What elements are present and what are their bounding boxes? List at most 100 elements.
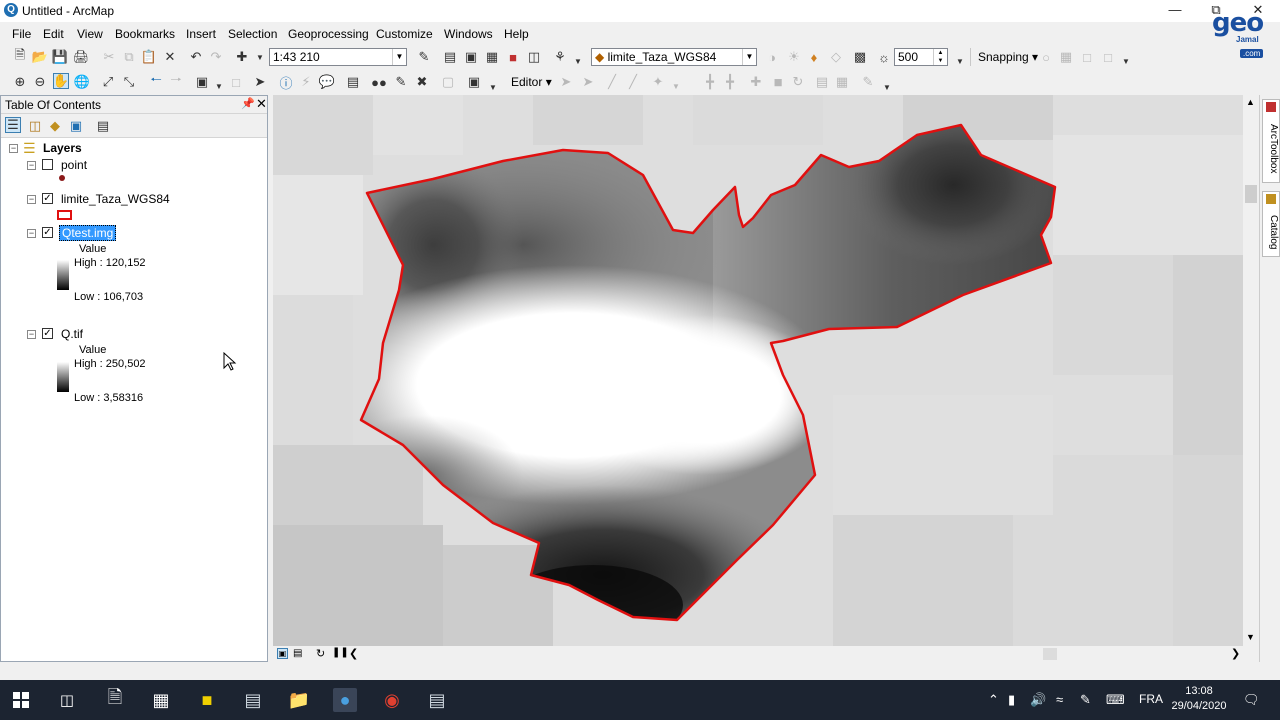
menu-geoprocessing[interactable]: Geoprocessing: [288, 27, 369, 41]
edit-vertices-icon[interactable]: ◾: [770, 74, 786, 90]
sketch-properties-icon[interactable]: ▦: [834, 74, 850, 90]
list-by-drawing-order-icon[interactable]: ☰: [5, 117, 21, 133]
cut-polygon-icon[interactable]: ╋: [722, 74, 738, 90]
data-view-icon[interactable]: ▣: [277, 648, 288, 659]
toolbar-overflow-icon[interactable]: ▼: [952, 53, 968, 69]
language-indicator[interactable]: FRA: [1139, 692, 1163, 706]
polygon-symbol[interactable]: [57, 210, 72, 220]
redo-icon[interactable]: ↷: [208, 49, 224, 65]
app-window-icon[interactable]: ▤: [241, 688, 265, 712]
zoom-level-icon[interactable]: ☼: [876, 49, 892, 65]
menu-edit[interactable]: Edit: [43, 27, 64, 41]
tray-chevron-up-icon[interactable]: ⌃: [988, 692, 999, 708]
map-horizontal-scrollbar[interactable]: ▣ ▤ ↻ ❚❚ ❮ ❯: [273, 646, 1259, 662]
layer-point-name[interactable]: point: [61, 158, 87, 172]
reshape-icon[interactable]: ✚: [748, 74, 764, 90]
map-vertical-scrollbar[interactable]: ▲ ▼: [1243, 95, 1259, 646]
straight-segment-icon[interactable]: ╱: [604, 74, 620, 90]
task-view-icon[interactable]: ◫: [55, 688, 79, 712]
zoom-out-icon[interactable]: ⊖: [32, 74, 48, 90]
menu-help[interactable]: Help: [504, 27, 529, 41]
forward-arrow-icon[interactable]: 🠒: [168, 72, 184, 90]
vertex-snap-icon[interactable]: □: [1079, 49, 1095, 65]
pan-hand-icon[interactable]: ✋: [53, 73, 69, 89]
scroll-left-icon[interactable]: ❮: [349, 647, 358, 660]
scroll-up-icon[interactable]: ▲: [1246, 97, 1255, 107]
end-snap-icon[interactable]: ▦: [1058, 49, 1074, 65]
create-features-icon[interactable]: ✎: [860, 74, 876, 90]
catalog-icon[interactable]: ▣: [463, 49, 479, 65]
arctoolbox-tab[interactable]: ArcToolbox: [1262, 99, 1280, 183]
georef-icon[interactable]: ▩: [852, 49, 868, 65]
wifi-icon[interactable]: ≈: [1056, 692, 1063, 707]
file-explorer-icon[interactable]: 📁: [287, 688, 311, 712]
horizontal-scroll-thumb[interactable]: [1043, 648, 1057, 660]
list-by-visibility-icon[interactable]: ◆: [47, 118, 63, 134]
full-extent-globe-icon[interactable]: 🌐: [74, 74, 90, 90]
fixed-zoom-in-icon[interactable]: ⤢: [100, 74, 116, 90]
pin-icon[interactable]: 📌: [241, 97, 255, 110]
time-slider-icon[interactable]: ▢: [440, 74, 456, 90]
hyperlink-icon[interactable]: ⚡: [298, 74, 314, 90]
cut-icon[interactable]: ✂: [101, 49, 117, 65]
layers-collapse-toggle[interactable]: −: [9, 144, 18, 153]
find-route-icon[interactable]: ✎: [393, 74, 409, 90]
toolbar-overflow-icon[interactable]: ▼: [570, 53, 586, 69]
attributes-icon[interactable]: ▤: [814, 74, 830, 90]
swipe-icon[interactable]: ◑: [764, 49, 780, 65]
layer-limite-name[interactable]: limite_Taza_WGS84: [61, 192, 170, 206]
save-icon[interactable]: 💾: [52, 49, 68, 65]
file-document-icon[interactable]: 🗎: [103, 687, 127, 712]
qtest-gradient-ramp[interactable]: [57, 260, 69, 290]
split-tool-icon[interactable]: ╋: [702, 74, 718, 90]
pen-icon[interactable]: ✎: [1080, 692, 1091, 708]
find-binoculars-icon[interactable]: ●●: [371, 74, 387, 90]
trace-icon[interactable]: ✦: [650, 74, 666, 90]
identify-icon[interactable]: ⓘ: [278, 74, 294, 91]
layer-point-checkbox[interactable]: [42, 159, 53, 170]
qtif-gradient-ramp[interactable]: [57, 362, 69, 392]
pause-drawing-icon[interactable]: ❚❚: [332, 647, 349, 658]
sticky-notes-icon[interactable]: ■: [195, 688, 219, 712]
list-by-selection-icon[interactable]: ▣: [68, 118, 84, 134]
table-of-contents-icon[interactable]: ▤: [442, 49, 458, 65]
layers-root-label[interactable]: Layers: [43, 141, 82, 155]
select-dropdown-icon[interactable]: ▼: [211, 78, 227, 94]
rotate-icon[interactable]: ↻: [790, 74, 806, 90]
taskbar-clock[interactable]: 13:08 29/04/2020: [1168, 684, 1230, 714]
keyboard-icon[interactable]: ⌨: [1106, 692, 1125, 708]
zoom-in-icon[interactable]: ⊕: [12, 74, 28, 90]
add-data-icon[interactable]: ✚: [234, 49, 250, 65]
chrome-icon[interactable]: ◉: [380, 688, 404, 712]
layer-qtest-name[interactable]: Qtest.img: [59, 225, 117, 241]
html-popup-icon[interactable]: 💬: [319, 74, 335, 90]
edit-annotation-icon[interactable]: ➤: [580, 74, 596, 90]
open-folder-icon[interactable]: 📂: [32, 49, 48, 65]
close-panel-icon[interactable]: ✕: [256, 96, 267, 112]
edge-snap-icon[interactable]: □: [1100, 49, 1116, 65]
layer-limite-collapse-toggle[interactable]: −: [27, 195, 36, 204]
clear-selection-icon[interactable]: □: [228, 74, 244, 90]
effects-icon[interactable]: ♦: [806, 49, 822, 65]
layer-point-collapse-toggle[interactable]: −: [27, 161, 36, 170]
toolbar-overflow-icon[interactable]: ▼: [879, 79, 895, 95]
layer-qtest-checkbox[interactable]: ✓: [42, 227, 53, 238]
options-icon[interactable]: ▤: [95, 118, 111, 134]
delete-icon[interactable]: ✕: [162, 49, 178, 65]
create-viewer-icon[interactable]: ▣: [466, 74, 482, 90]
point-symbol[interactable]: [59, 175, 65, 181]
layer-qtif-name[interactable]: Q.tif: [61, 327, 83, 341]
fixed-zoom-out-icon[interactable]: ⤡: [121, 74, 137, 90]
search-window-icon[interactable]: ▦: [484, 49, 500, 65]
window-app-icon[interactable]: ▤: [425, 688, 449, 712]
python-window-icon[interactable]: ◫: [526, 49, 542, 65]
layer-qtif-collapse-toggle[interactable]: −: [27, 330, 36, 339]
select-elements-icon[interactable]: ➤: [252, 74, 268, 90]
menu-windows[interactable]: Windows: [444, 27, 493, 41]
menu-selection[interactable]: Selection: [228, 27, 277, 41]
layer-combo[interactable]: ◆ limite_Taza_WGS84 ▼: [591, 48, 757, 66]
trace-dropdown-icon[interactable]: ▼: [668, 78, 684, 94]
print-icon[interactable]: 🖨: [73, 49, 90, 65]
menu-view[interactable]: View: [77, 27, 103, 41]
menu-insert[interactable]: Insert: [186, 27, 216, 41]
